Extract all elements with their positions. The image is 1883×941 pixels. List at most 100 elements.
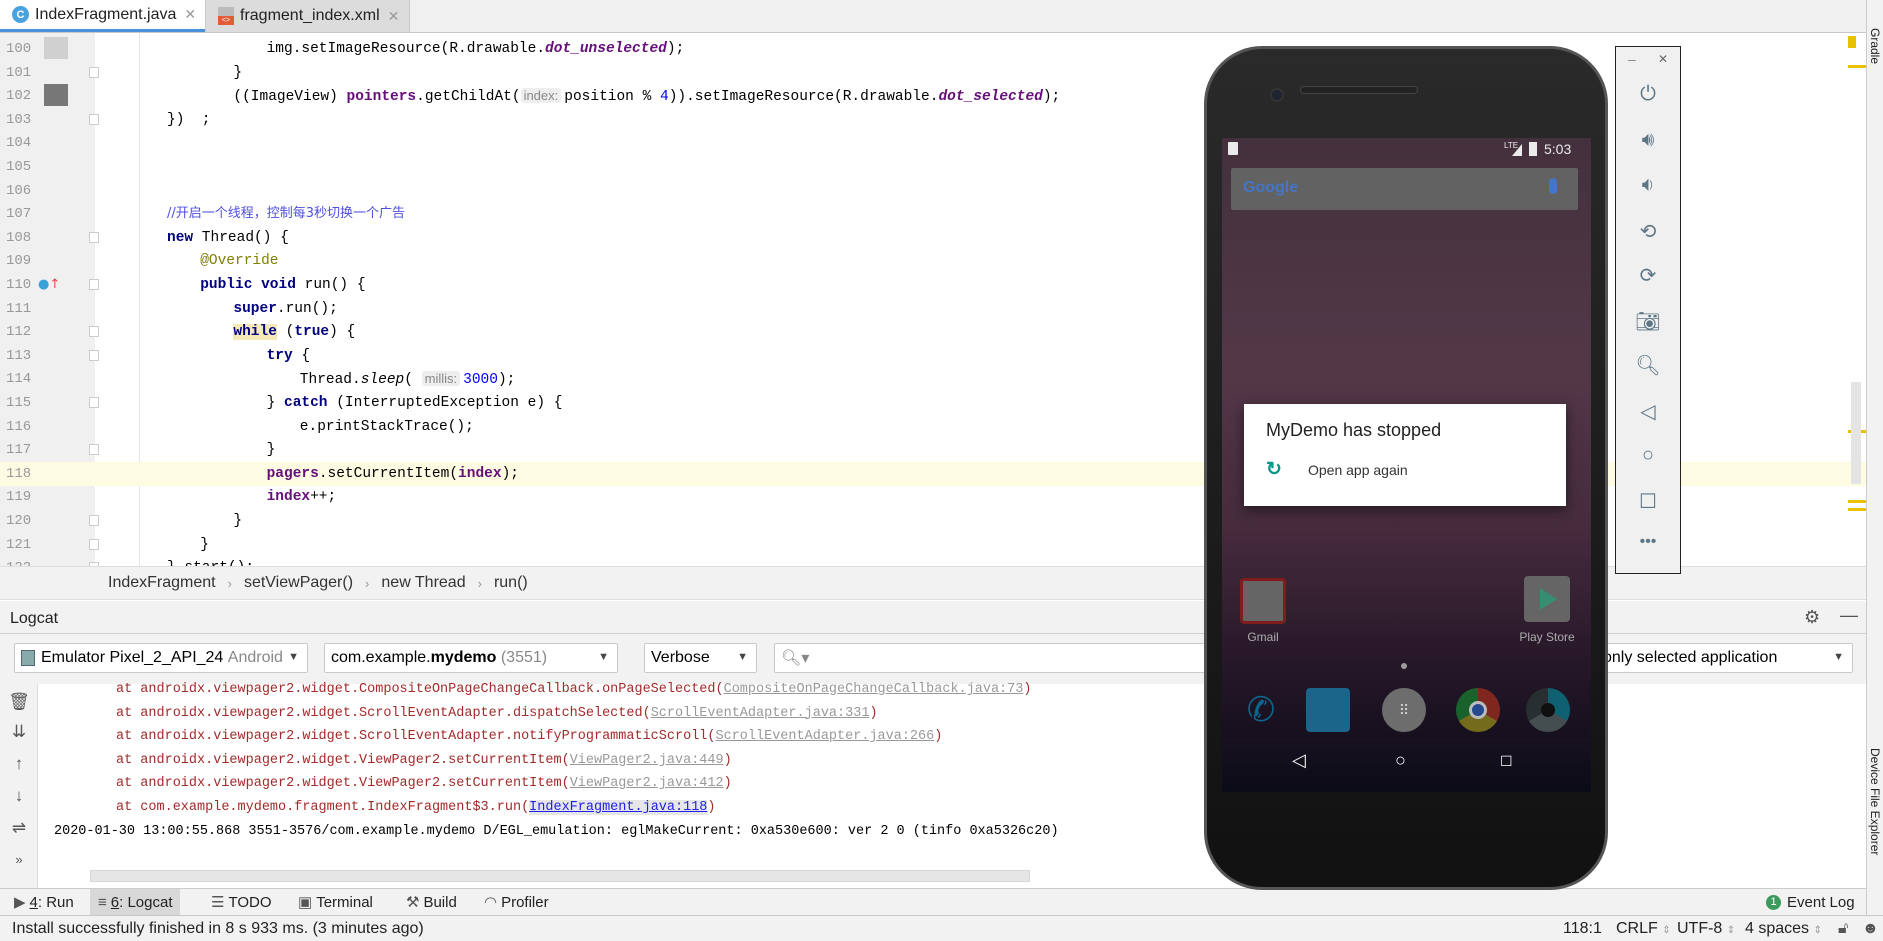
open-app-again-button[interactable]: ↻ Open app again [1244,454,1566,494]
caret-position[interactable]: 118:1 [1563,920,1602,938]
log-line[interactable]: at androidx.viewpager2.widget.CompositeO… [116,679,1031,701]
more-icon[interactable]: » [8,852,30,867]
event-log-button[interactable]: 1 Event Log [1758,889,1863,915]
back-icon[interactable]: ◁ [1616,399,1680,424]
fold-marker-icon[interactable] [89,279,99,290]
line-number[interactable]: 121 [6,533,46,557]
line-number[interactable]: 117 [6,438,46,462]
volume-up-icon[interactable]: 🔊︎ [1616,129,1680,152]
source-link[interactable]: ScrollEventAdapter.java:266 [716,729,935,744]
line-number[interactable]: 111 [6,297,46,321]
inspector-icon[interactable]: ☻ [1862,920,1879,938]
nav-back-icon[interactable]: ◁ [1292,750,1306,771]
down-arrow-icon[interactable]: ↓ [8,786,30,806]
line-number[interactable]: 105 [6,155,46,179]
close-icon[interactable]: ✕ [1658,52,1668,66]
fold-marker-icon[interactable] [89,66,99,78]
line-number[interactable]: 100 [6,37,46,61]
nav-overview-icon[interactable]: ☐ [1500,753,1513,770]
breadcrumb-item[interactable]: new Thread [381,574,465,592]
fold-marker-icon[interactable] [89,326,99,338]
logcat-search-input[interactable]: 🔍︎▾ [774,643,1234,673]
tool-tab-todo[interactable]: ☰ TODO [203,889,280,915]
tab-index-fragment-java[interactable]: C IndexFragment.java ✕ [0,0,205,32]
close-icon[interactable]: ✕ [388,8,400,25]
power-icon[interactable]: ⏻ [1616,83,1680,106]
line-number[interactable]: 122 [6,556,46,566]
device-file-explorer-tab[interactable]: Device File Explorer [1868,748,1882,855]
tool-tab-logcat[interactable]: ≡ 6: Logcat [90,889,181,915]
fold-marker-icon[interactable] [89,538,99,550]
close-icon[interactable]: ✕ [184,6,196,23]
fold-marker-icon[interactable] [89,444,99,456]
gear-icon[interactable]: ⚙ [1804,607,1820,628]
line-number[interactable]: 102 [6,84,46,108]
vertical-scrollbar[interactable] [1851,382,1861,484]
error-stripe-mark[interactable] [1848,508,1866,511]
source-link[interactable]: IndexFragment.java:118 [529,800,708,815]
breadcrumb-item[interactable]: setViewPager() [244,574,353,592]
rotate-left-icon[interactable]: ⟲ [1616,219,1680,244]
minimize-icon[interactable]: — [1840,605,1858,626]
rotate-right-icon[interactable]: ⟳ [1616,263,1680,288]
fold-marker-icon[interactable] [89,231,99,243]
tab-fragment-index-xml[interactable]: fragment_index.xml ✕ [205,0,410,32]
log-line[interactable]: at androidx.viewpager2.widget.ScrollEven… [116,726,942,748]
tool-tab-run[interactable]: ▶ 4: Run [6,889,82,915]
fold-marker-icon[interactable] [89,397,99,408]
fold-marker-icon[interactable] [89,113,99,125]
line-number[interactable]: 109 [6,249,46,273]
line-number[interactable]: 114 [6,367,46,391]
line-number[interactable]: 107 [6,202,46,226]
code-line[interactable]: 100 img.setImageResource(R.drawable.dot_u… [0,37,1866,61]
log-line[interactable]: at androidx.viewpager2.widget.ViewPager2… [116,750,732,772]
soft-wrap-icon[interactable]: ⇌ [8,818,30,838]
line-number[interactable]: 104 [6,131,46,155]
line-number[interactable]: 108 [6,226,46,250]
tool-tab-build[interactable]: ⚒ Build [398,889,465,915]
volume-down-icon[interactable]: 🔉︎ [1616,174,1680,197]
file-encoding[interactable]: UTF-8 ⇕ [1677,920,1735,938]
lock-icon[interactable]: 🔓︎ [1838,920,1848,938]
zoom-icon[interactable]: 🔍︎ [1616,353,1680,378]
warning-marker[interactable] [1848,36,1856,48]
tool-tab-profiler[interactable]: ◠ Profiler [476,889,557,915]
phone-screen[interactable]: LTE 5:03 Google Gmail Play Store ✆ ⠿ ◁ ○… [1222,138,1591,792]
log-level-dropdown[interactable]: Verbose ▼ [644,643,757,673]
tool-tab-terminal[interactable]: ▣ Terminal [290,889,381,915]
line-number[interactable]: 113 [6,344,46,368]
line-number[interactable]: 115 [6,391,46,415]
fold-marker-icon[interactable] [89,349,99,361]
log-line[interactable]: at androidx.viewpager2.widget.ScrollEven… [116,703,878,725]
line-number[interactable]: 101 [6,61,46,85]
source-link[interactable]: ScrollEventAdapter.java:331 [651,706,870,721]
error-stripe-mark[interactable] [1848,65,1866,68]
device-dropdown[interactable]: Emulator Pixel_2_API_24 Android ▼ [14,643,308,673]
line-separator[interactable]: CRLF ⇕ [1616,920,1671,938]
line-number[interactable]: 106 [6,179,46,203]
minimize-icon[interactable]: – [1628,51,1636,67]
gradle-tab[interactable]: Gradle [1868,28,1882,64]
source-link[interactable]: CompositeOnPageChangeCallback.java:73 [724,682,1024,697]
override-method-icon[interactable]: ●↑ [38,273,60,297]
horizontal-scrollbar[interactable] [90,870,1030,882]
trash-icon[interactable]: 🗑︎ [8,692,30,712]
line-number[interactable]: 118 [6,462,46,486]
filter-config-dropdown[interactable]: only selected application ▼ [1596,643,1853,673]
line-number[interactable]: 116 [6,415,46,439]
scroll-to-end-icon[interactable]: ⇊ [8,722,30,742]
line-number[interactable]: 103 [6,108,46,132]
line-number[interactable]: 120 [6,509,46,533]
breadcrumb-item[interactable]: run() [494,574,528,592]
up-arrow-icon[interactable]: ↑ [8,754,30,774]
source-link[interactable]: ViewPager2.java:412 [570,776,724,791]
line-number[interactable]: 112 [6,320,46,344]
source-link[interactable]: ViewPager2.java:449 [570,753,724,768]
screenshot-icon[interactable]: 📷︎ [1616,309,1680,334]
log-line[interactable]: at androidx.viewpager2.widget.ViewPager2… [116,773,732,795]
breadcrumb-item[interactable]: IndexFragment [108,574,216,592]
line-number[interactable]: 119 [6,485,46,509]
process-dropdown[interactable]: com.example. mydemo (3551) ▼ [324,643,618,673]
nav-home-icon[interactable]: ○ [1395,750,1406,771]
overview-icon[interactable]: ☐ [1616,489,1680,514]
